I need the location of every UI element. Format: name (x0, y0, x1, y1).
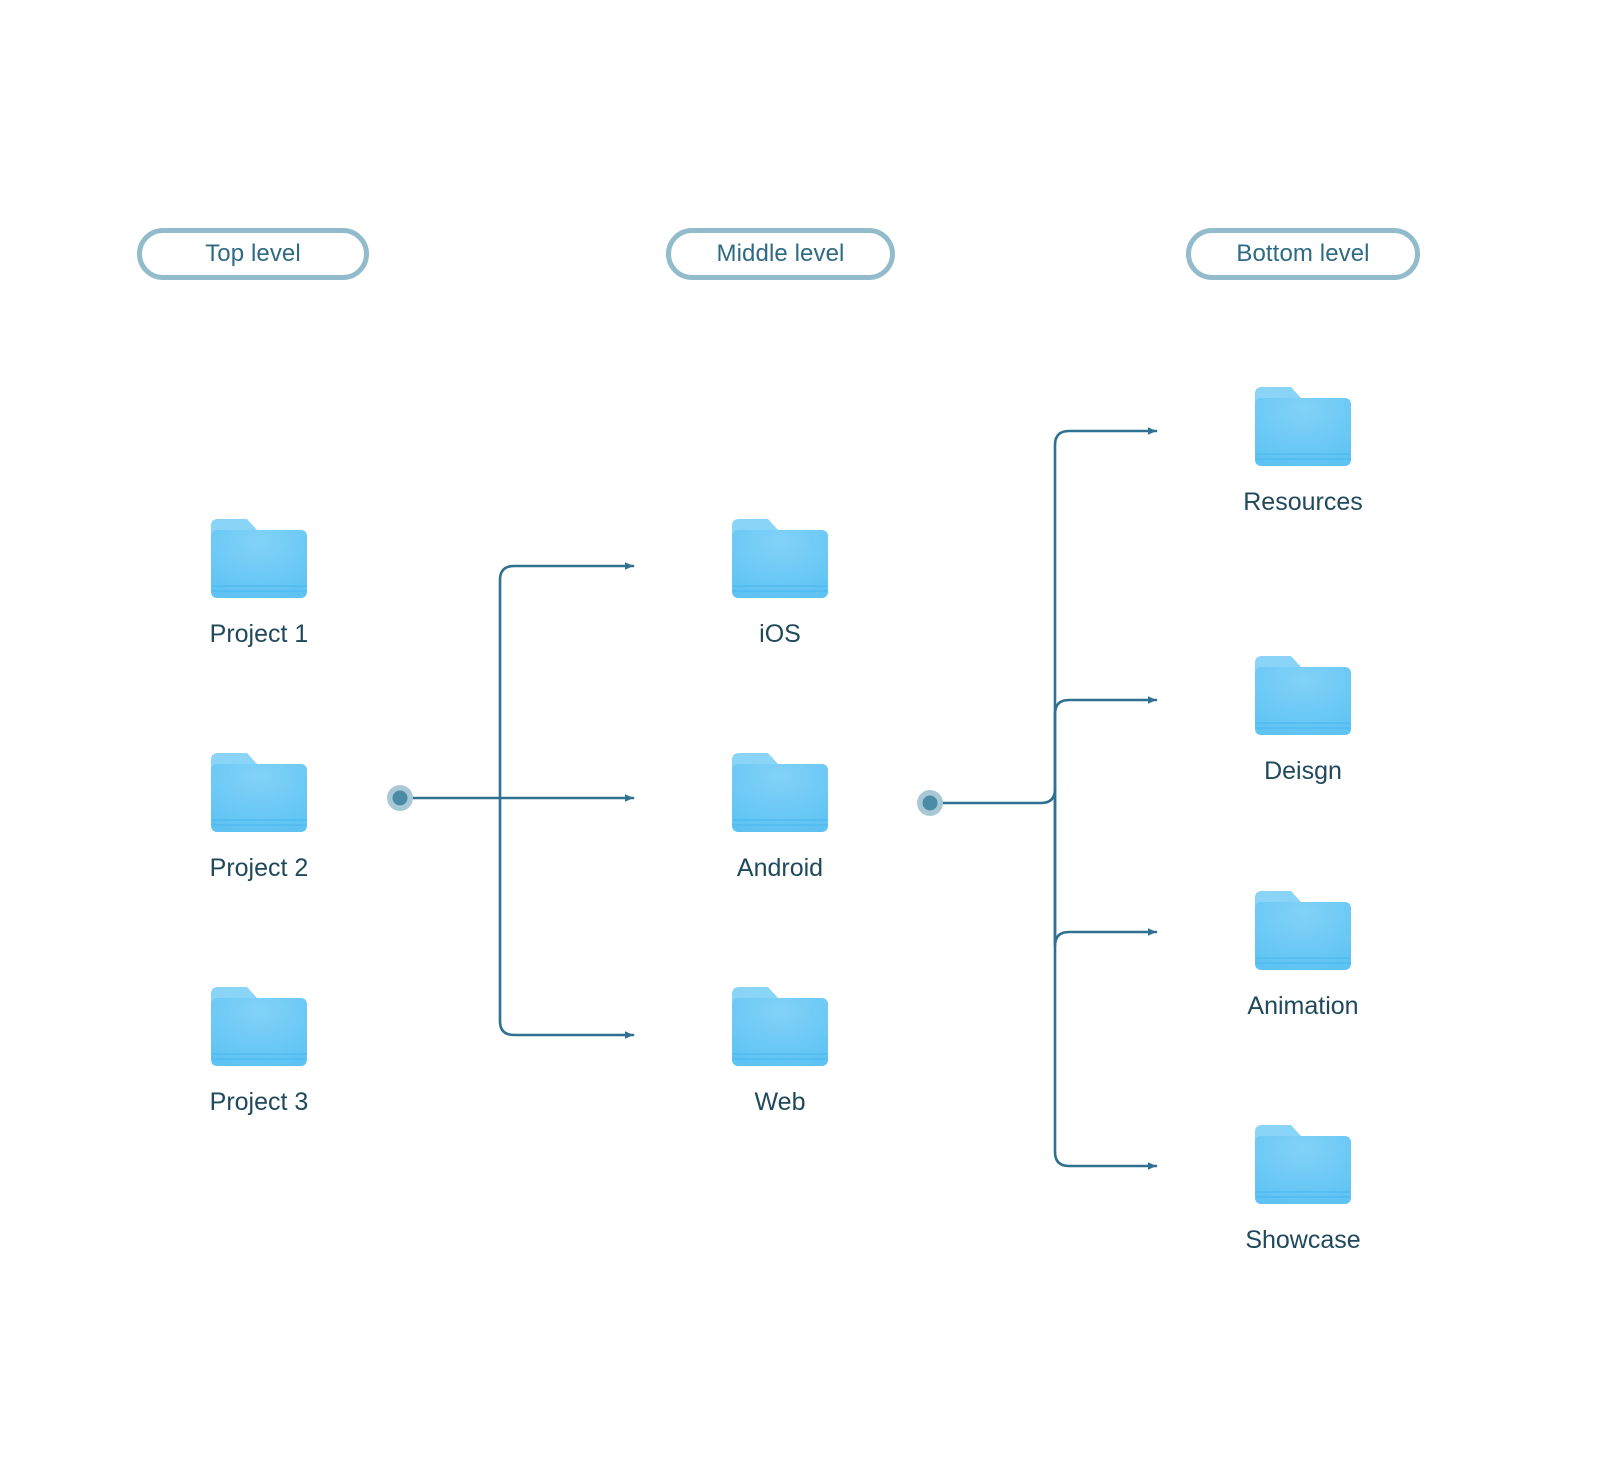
node-design[interactable]: Deisgn (1193, 649, 1413, 786)
node-showcase[interactable]: Showcase (1193, 1118, 1413, 1255)
node-label: Project 2 (209, 854, 309, 882)
connector-source-dot-top[interactable] (387, 785, 413, 811)
folder-icon (205, 512, 313, 604)
node-project-1[interactable]: Project 1 (149, 512, 369, 649)
node-label: Deisgn (1264, 757, 1342, 785)
connector-branch-web (498, 796, 635, 1039)
folder-icon (726, 512, 834, 604)
folder-icon (1249, 884, 1357, 976)
node-label: Showcase (1245, 1226, 1361, 1254)
node-label: Android (736, 854, 824, 882)
node-label: iOS (759, 620, 801, 648)
node-project-2[interactable]: Project 2 (149, 746, 369, 883)
node-label: Project 1 (209, 620, 309, 648)
node-label: Web (754, 1088, 806, 1116)
level-pill-middle[interactable]: Middle level (666, 228, 895, 280)
connector-branch-resources (1053, 427, 1158, 805)
diagram-canvas: Top level Middle level Bottom level Proj… (0, 0, 1600, 1474)
node-label: Animation (1247, 992, 1359, 1020)
level-pill-bottom[interactable]: Bottom level (1186, 228, 1420, 280)
node-project-3[interactable]: Project 3 (149, 980, 369, 1117)
level-pill-middle-label: Middle level (716, 240, 845, 267)
connector-branch-showcase (1053, 801, 1158, 1170)
connector-top-to-middle (402, 562, 635, 1039)
node-web[interactable]: Web (670, 980, 890, 1117)
level-pill-top[interactable]: Top level (137, 228, 369, 280)
folder-icon (1249, 380, 1357, 472)
folder-icon (726, 746, 834, 838)
connector-branch-design (1053, 696, 1158, 805)
folder-icon (1249, 1118, 1357, 1210)
level-pill-bottom-label: Bottom level (1236, 240, 1370, 267)
folder-icon (205, 746, 313, 838)
node-android[interactable]: Android (670, 746, 890, 883)
connector-middle-to-bottom (932, 427, 1158, 1170)
connector-source-dot-middle[interactable] (917, 790, 943, 816)
connector-branch-animation (1053, 801, 1158, 947)
node-animation[interactable]: Animation (1193, 884, 1413, 1021)
node-ios[interactable]: iOS (670, 512, 890, 649)
folder-icon (726, 980, 834, 1072)
folder-icon (205, 980, 313, 1072)
folder-icon (1249, 649, 1357, 741)
level-pill-top-label: Top level (205, 240, 301, 267)
node-label: Project 3 (209, 1088, 309, 1116)
node-resources[interactable]: Resources (1193, 380, 1413, 517)
node-label: Resources (1243, 488, 1363, 516)
connector-trunk-2 (932, 787, 1057, 805)
connector-branch-ios (498, 562, 635, 800)
